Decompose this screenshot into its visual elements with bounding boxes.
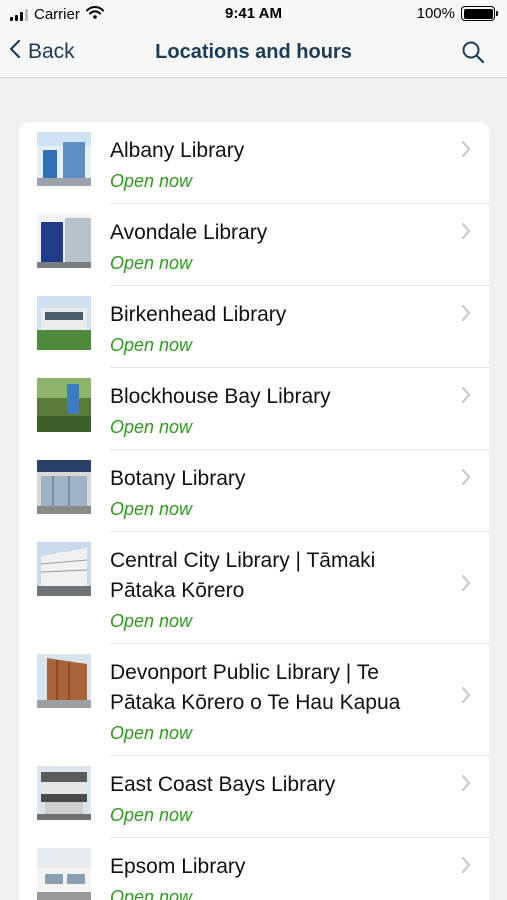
open-status: Open now bbox=[110, 611, 193, 631]
library-row-devonport[interactable]: Devonport Public Library | Te Pātaka Kōr… bbox=[19, 644, 489, 756]
chevron-right-icon bbox=[461, 386, 471, 409]
library-name: Avondale Library bbox=[110, 221, 268, 244]
battery-icon bbox=[461, 6, 498, 21]
page-title: Locations and hours bbox=[155, 41, 352, 63]
status-right: 100% bbox=[416, 5, 498, 22]
battery-percent: 100% bbox=[416, 5, 455, 22]
library-row-botany[interactable]: Botany Library Open now bbox=[19, 450, 489, 532]
open-status: Open now bbox=[110, 887, 193, 900]
chevron-right-icon bbox=[461, 304, 471, 327]
row-text: Epsom Library Open now bbox=[110, 838, 289, 900]
chevron-right-icon bbox=[461, 140, 471, 163]
library-row-central-city[interactable]: Central City Library | Tāmaki Pātaka Kōr… bbox=[19, 532, 489, 644]
row-text: Blockhouse Bay Library Open now bbox=[110, 368, 375, 442]
library-list: Albany Library Open now Avondale Library… bbox=[19, 122, 489, 900]
row-text: Avondale Library Open now bbox=[110, 204, 311, 278]
row-text: Birkenhead Library Open now bbox=[110, 286, 330, 360]
chevron-right-icon bbox=[461, 774, 471, 797]
open-status: Open now bbox=[110, 499, 193, 519]
library-name: Devonport Public Library | Te Pātaka Kōr… bbox=[110, 661, 401, 714]
row-text: Central City Library | Tāmaki Pātaka Kōr… bbox=[110, 532, 489, 636]
chevron-right-icon bbox=[461, 222, 471, 245]
open-status: Open now bbox=[110, 335, 193, 355]
library-row-blockhouse-bay[interactable]: Blockhouse Bay Library Open now bbox=[19, 368, 489, 450]
library-photo bbox=[37, 214, 91, 268]
library-row-albany[interactable]: Albany Library Open now bbox=[19, 122, 489, 204]
library-name: Albany Library bbox=[110, 139, 245, 162]
library-photo bbox=[37, 460, 91, 514]
search-icon bbox=[461, 41, 485, 68]
search-button[interactable] bbox=[461, 40, 485, 69]
row-text: East Coast Bays Library Open now bbox=[110, 756, 379, 830]
library-photo bbox=[37, 848, 91, 900]
open-status: Open now bbox=[110, 171, 193, 191]
library-name: Blockhouse Bay Library bbox=[110, 385, 331, 408]
open-status: Open now bbox=[110, 723, 193, 743]
library-photo bbox=[37, 296, 91, 350]
library-name: Epsom Library bbox=[110, 855, 246, 878]
library-name: Central City Library | Tāmaki Pātaka Kōr… bbox=[110, 549, 376, 602]
chevron-right-icon bbox=[461, 468, 471, 491]
row-text: Albany Library Open now bbox=[110, 122, 288, 196]
library-photo bbox=[37, 378, 91, 432]
library-photo bbox=[37, 654, 91, 708]
open-status: Open now bbox=[110, 417, 193, 437]
chevron-right-icon bbox=[461, 574, 471, 597]
chevron-right-icon bbox=[461, 686, 471, 709]
library-row-birkenhead[interactable]: Birkenhead Library Open now bbox=[19, 286, 489, 368]
library-row-avondale[interactable]: Avondale Library Open now bbox=[19, 204, 489, 286]
nav-bar: Back Locations and hours bbox=[0, 30, 507, 78]
library-name: Birkenhead Library bbox=[110, 303, 287, 326]
library-photo bbox=[37, 542, 91, 596]
row-text: Botany Library Open now bbox=[110, 450, 289, 524]
open-status: Open now bbox=[110, 805, 193, 825]
row-text: Devonport Public Library | Te Pātaka Kōr… bbox=[110, 644, 489, 748]
open-status: Open now bbox=[110, 253, 193, 273]
library-row-east-coast-bays[interactable]: East Coast Bays Library Open now bbox=[19, 756, 489, 838]
library-photo bbox=[37, 132, 91, 186]
library-name: Botany Library bbox=[110, 467, 246, 490]
status-bar: Carrier 9:41 AM 100% bbox=[0, 0, 507, 30]
library-photo bbox=[37, 766, 91, 820]
library-name: East Coast Bays Library bbox=[110, 773, 336, 796]
chevron-right-icon bbox=[461, 856, 471, 879]
library-row-epsom[interactable]: Epsom Library Open now bbox=[19, 838, 489, 900]
